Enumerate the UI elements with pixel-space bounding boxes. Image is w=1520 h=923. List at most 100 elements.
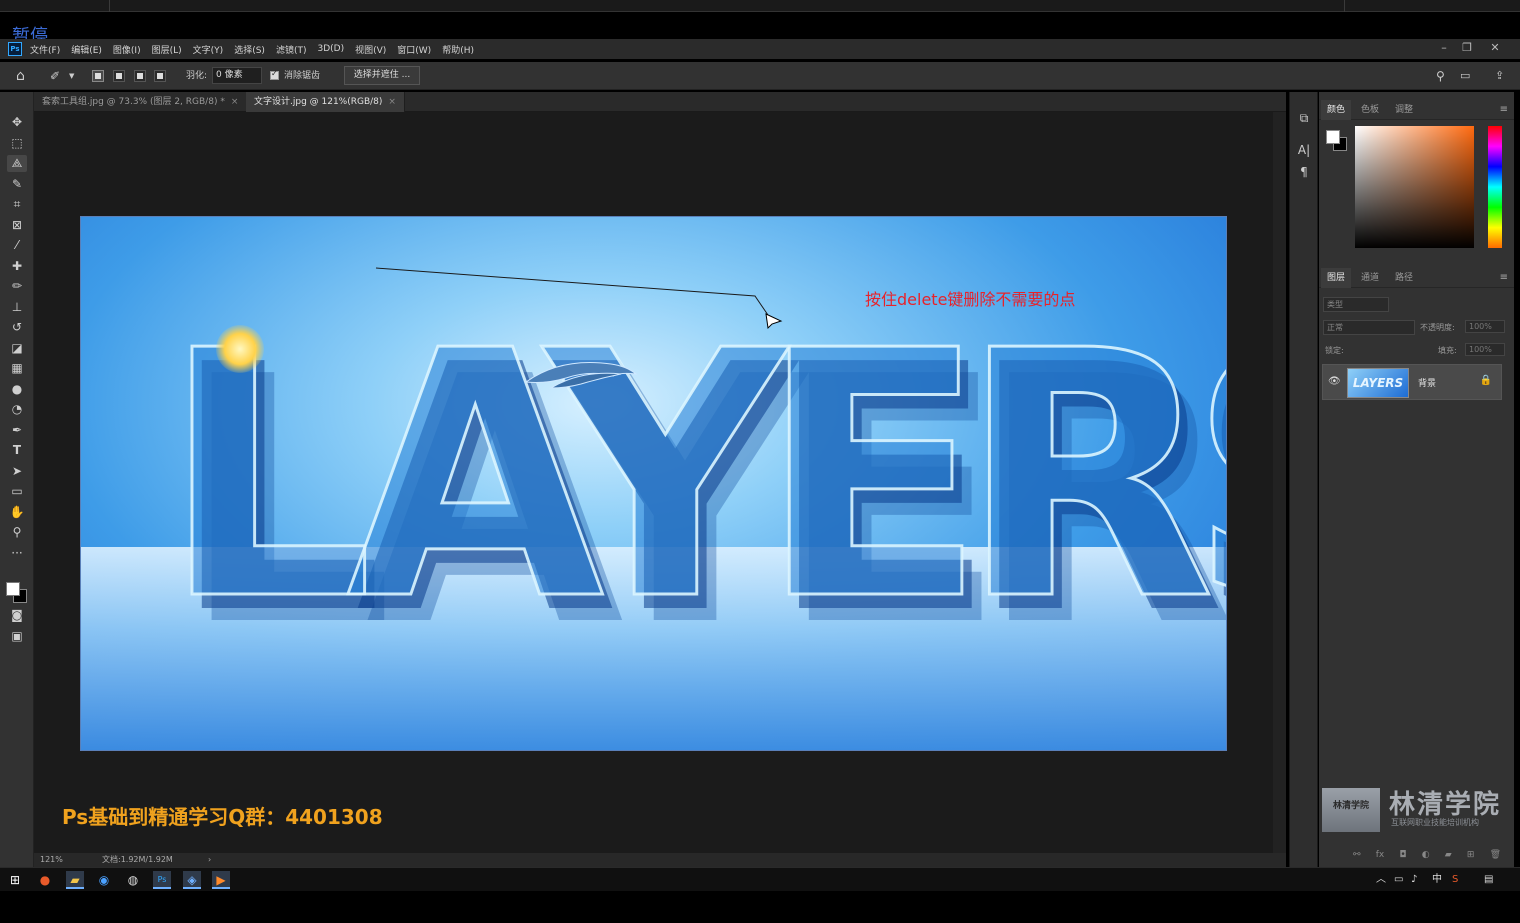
notification-icon[interactable]: ▤ [1484, 868, 1493, 892]
eraser-tool-icon[interactable]: ◪ [7, 340, 27, 357]
windows-start-icon[interactable]: ⊞ [6, 871, 24, 889]
hue-slider[interactable] [1488, 126, 1502, 248]
fx-icon[interactable]: fx [1376, 850, 1385, 860]
fill-input[interactable]: 100% [1465, 343, 1505, 356]
feather-input[interactable]: 0 像素 [212, 67, 262, 84]
layer-filter-input[interactable]: 类型 [1323, 297, 1389, 312]
tab-lasso-doc[interactable]: 套索工具组.jpg @ 73.3% (图层 2, RGB/8) * × [34, 92, 248, 112]
close-icon[interactable]: × [388, 97, 396, 107]
layer-row-background[interactable]: 👁 LAYERS 背景 🔒 [1322, 364, 1502, 400]
menu-edit[interactable]: 编辑(E) [71, 43, 102, 56]
tab-swatches[interactable]: 色板 [1355, 100, 1385, 120]
zoom-tool-icon[interactable]: ⚲ [7, 524, 27, 541]
brush-tool-icon[interactable]: ✏ [7, 278, 27, 295]
rectangle-tool-icon[interactable]: ▭ [7, 483, 27, 500]
panel-menu-icon[interactable]: ≡ [1500, 100, 1508, 120]
history-panel-icon[interactable]: ⧉ [1296, 110, 1312, 126]
frame-tool-icon[interactable]: ⊠ [7, 217, 27, 234]
blend-mode-select[interactable]: 正常 [1323, 320, 1415, 335]
quick-mask-icon[interactable]: ◙ [7, 607, 27, 624]
select-and-mask-button[interactable]: 选择并遮住 ... [344, 66, 420, 85]
adjustment-layer-icon[interactable]: ◐ [1422, 850, 1430, 860]
app-icon[interactable]: ◍ [124, 871, 142, 889]
opacity-input[interactable]: 100% [1465, 320, 1505, 333]
tray-up-icon[interactable]: ︿ [1376, 868, 1386, 892]
lock-icon[interactable]: 🔒 [1480, 375, 1492, 386]
type-tool-icon[interactable]: T [7, 442, 27, 459]
tab-paths[interactable]: 路径 [1389, 268, 1419, 288]
close-icon[interactable]: × [231, 97, 239, 107]
crop-tool-icon[interactable]: ⌗ [7, 196, 27, 213]
workspace-icon[interactable]: ▭ [1460, 62, 1470, 90]
gradient-tool-icon[interactable]: ▦ [7, 360, 27, 377]
menu-3d[interactable]: 3D(D) [317, 44, 344, 54]
status-menu-arrow-icon[interactable]: › [208, 853, 211, 867]
file-explorer-icon[interactable]: ▰ [66, 871, 84, 889]
marquee-tool-icon[interactable]: ⬚ [7, 135, 27, 152]
path-selection-tool-icon[interactable]: ➤ [7, 463, 27, 480]
link-layers-icon[interactable]: ⚯ [1353, 850, 1361, 860]
eyedropper-tool-icon[interactable]: ⁄ [7, 237, 27, 254]
new-layer-icon[interactable]: ⊞ [1467, 850, 1475, 860]
network-icon[interactable]: ▭ [1394, 868, 1403, 892]
ime-indicator[interactable]: 中 [1432, 868, 1442, 892]
app-icon[interactable]: ◈ [183, 871, 201, 889]
screen-mode-icon[interactable]: ▣ [7, 628, 27, 645]
search-icon[interactable]: ⚲ [1436, 62, 1445, 90]
intersect-selection-button[interactable] [154, 70, 166, 82]
vertical-scrollbar[interactable] [1273, 112, 1286, 853]
visibility-eye-icon[interactable]: 👁 [1328, 376, 1341, 387]
menu-type[interactable]: 文字(Y) [193, 43, 224, 56]
menu-select[interactable]: 选择(S) [234, 43, 265, 56]
more-tools-icon[interactable]: ··· [7, 545, 27, 562]
color-picker-field[interactable] [1355, 126, 1474, 248]
recorder-icon[interactable]: ▶ [212, 871, 230, 889]
clone-stamp-tool-icon[interactable]: ⊥ [7, 299, 27, 316]
new-group-icon[interactable]: ▰ [1445, 850, 1452, 860]
input-method-icon[interactable]: S [1452, 868, 1458, 892]
volume-icon[interactable]: ♪ [1411, 868, 1417, 892]
app-icon[interactable]: ● [36, 871, 54, 889]
color-panel-foreground[interactable] [1326, 130, 1340, 144]
menu-window[interactable]: 窗口(W) [397, 43, 431, 56]
character-panel-icon[interactable]: A| [1296, 142, 1312, 158]
polygonal-lasso-preset-icon[interactable]: ✐ [50, 62, 60, 90]
menu-file[interactable]: 文件(F) [30, 43, 60, 56]
tab-adjustments[interactable]: 调整 [1389, 100, 1419, 120]
panel-menu-icon[interactable]: ≡ [1500, 268, 1508, 288]
home-icon[interactable]: ⌂ [16, 62, 25, 90]
browser-icon[interactable]: ◉ [95, 871, 113, 889]
tab-text-design-doc[interactable]: 文字设计.jpg @ 121%(RGB/8) × [246, 92, 405, 112]
antialias-checkbox[interactable] [270, 69, 279, 80]
share-icon[interactable]: ⇪ [1495, 62, 1504, 90]
healing-brush-tool-icon[interactable]: ✚ [7, 258, 27, 275]
dodge-tool-icon[interactable]: ◔ [7, 401, 27, 418]
zoom-level[interactable]: 121% [40, 853, 63, 867]
history-brush-tool-icon[interactable]: ↺ [7, 319, 27, 336]
restore-button[interactable]: ❐ [1455, 39, 1479, 59]
blur-tool-icon[interactable]: ● [7, 381, 27, 398]
photoshop-taskbar-icon[interactable]: Ps [153, 871, 171, 889]
menu-filter[interactable]: 滤镜(T) [276, 43, 307, 56]
pen-tool-icon[interactable]: ✒ [7, 422, 27, 439]
add-mask-icon[interactable]: ◘ [1399, 850, 1406, 860]
trash-icon[interactable]: 🗑 [1490, 850, 1501, 860]
menu-layer[interactable]: 图层(L) [152, 43, 182, 56]
add-to-selection-button[interactable] [113, 70, 125, 82]
tab-color[interactable]: 颜色 [1321, 100, 1352, 120]
quick-selection-tool-icon[interactable]: ✎ [7, 176, 27, 193]
minimize-button[interactable]: – [1432, 39, 1456, 59]
polygonal-lasso-tool-icon[interactable]: ⟁ [7, 155, 27, 172]
paragraph-panel-icon[interactable]: ¶ [1296, 164, 1312, 180]
chevron-down-icon[interactable]: ▼ [69, 62, 74, 90]
tab-channels[interactable]: 通道 [1355, 268, 1385, 288]
menu-help[interactable]: 帮助(H) [442, 43, 474, 56]
foreground-color-swatch[interactable] [6, 582, 20, 596]
hand-tool-icon[interactable]: ✋ [7, 504, 27, 521]
close-window-button[interactable]: ✕ [1483, 39, 1507, 59]
tab-layers[interactable]: 图层 [1321, 268, 1352, 288]
subtract-from-selection-button[interactable] [134, 70, 146, 82]
layer-name[interactable]: 背景 [1418, 376, 1436, 389]
menu-image[interactable]: 图像(I) [113, 43, 141, 56]
new-selection-button[interactable] [92, 70, 104, 82]
